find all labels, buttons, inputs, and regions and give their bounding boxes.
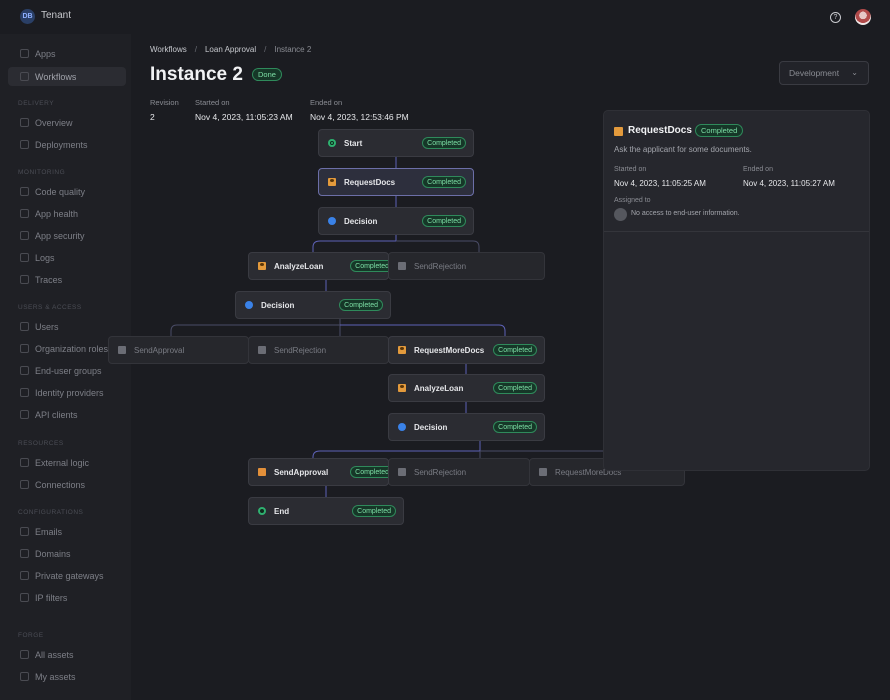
- detail-started-label: Started on: [614, 166, 647, 173]
- user-task-icon: [258, 262, 266, 270]
- node-send-approval[interactable]: SendApproval: [108, 336, 249, 364]
- user-task-icon: [539, 468, 547, 476]
- detail-assigned-value: No access to end-user information.: [631, 210, 740, 217]
- edge: [170, 319, 341, 336]
- node-status: Completed: [350, 260, 388, 272]
- detail-ended-value: Nov 4, 2023, 11:05:27 AM: [743, 179, 835, 188]
- detail-title: RequestDocs: [628, 125, 692, 136]
- user-task-icon: [614, 127, 623, 136]
- decision-icon: [328, 217, 336, 225]
- node-status: Completed: [339, 299, 383, 311]
- node-send-rejection[interactable]: SendRejection: [248, 336, 389, 364]
- node-status: Completed: [422, 215, 466, 227]
- node-start[interactable]: Start Completed: [318, 129, 474, 157]
- task-icon: [398, 468, 406, 476]
- user-task-icon: [398, 384, 406, 392]
- node-end[interactable]: End Completed: [248, 497, 404, 525]
- task-icon: [398, 262, 406, 270]
- node-send-rejection[interactable]: SendRejection: [388, 252, 545, 280]
- edge: [396, 240, 480, 252]
- user-task-icon: [328, 178, 336, 186]
- task-icon: [258, 468, 266, 476]
- edge: [340, 324, 506, 336]
- node-detail-panel: RequestDocs Completed Ask the applicant …: [603, 110, 870, 471]
- divider: [604, 231, 869, 232]
- detail-description: Ask the applicant for some documents.: [614, 145, 752, 154]
- assignee-avatar: [614, 208, 627, 221]
- edge: [312, 235, 397, 252]
- decision-icon: [398, 423, 406, 431]
- node-status: Completed: [493, 382, 537, 394]
- node-status: Completed: [493, 421, 537, 433]
- node-decision[interactable]: Decision Completed: [388, 413, 545, 441]
- node-status: Completed: [493, 344, 537, 356]
- detail-status-badge: Completed: [695, 124, 744, 137]
- detail-assigned-label: Assigned to: [614, 197, 651, 204]
- node-request-docs[interactable]: RequestDocs Completed: [318, 168, 474, 196]
- task-icon: [118, 346, 126, 354]
- user-task-icon: [398, 346, 406, 354]
- task-icon: [258, 346, 266, 354]
- edge: [312, 441, 481, 458]
- node-send-rejection[interactable]: SendRejection: [388, 458, 530, 486]
- detail-ended-label: Ended on: [743, 166, 773, 173]
- detail-started-value: Nov 4, 2023, 11:05:25 AM: [614, 179, 706, 188]
- node-request-more-docs[interactable]: RequestMoreDocs Completed: [388, 336, 545, 364]
- node-status: Completed: [422, 137, 466, 149]
- node-analyze-loan[interactable]: AnalyzeLoan Completed: [388, 374, 545, 402]
- node-decision[interactable]: Decision Completed: [235, 291, 391, 319]
- decision-icon: [245, 301, 253, 309]
- node-analyze-loan[interactable]: AnalyzeLoan Completed: [248, 252, 389, 280]
- node-status: Completed: [422, 176, 466, 188]
- node-decision[interactable]: Decision Completed: [318, 207, 474, 235]
- end-icon: [258, 507, 266, 515]
- node-status: Completed: [350, 466, 388, 478]
- start-icon: [328, 139, 336, 147]
- node-send-approval[interactable]: SendApproval Completed: [248, 458, 389, 486]
- node-status: Completed: [352, 505, 396, 517]
